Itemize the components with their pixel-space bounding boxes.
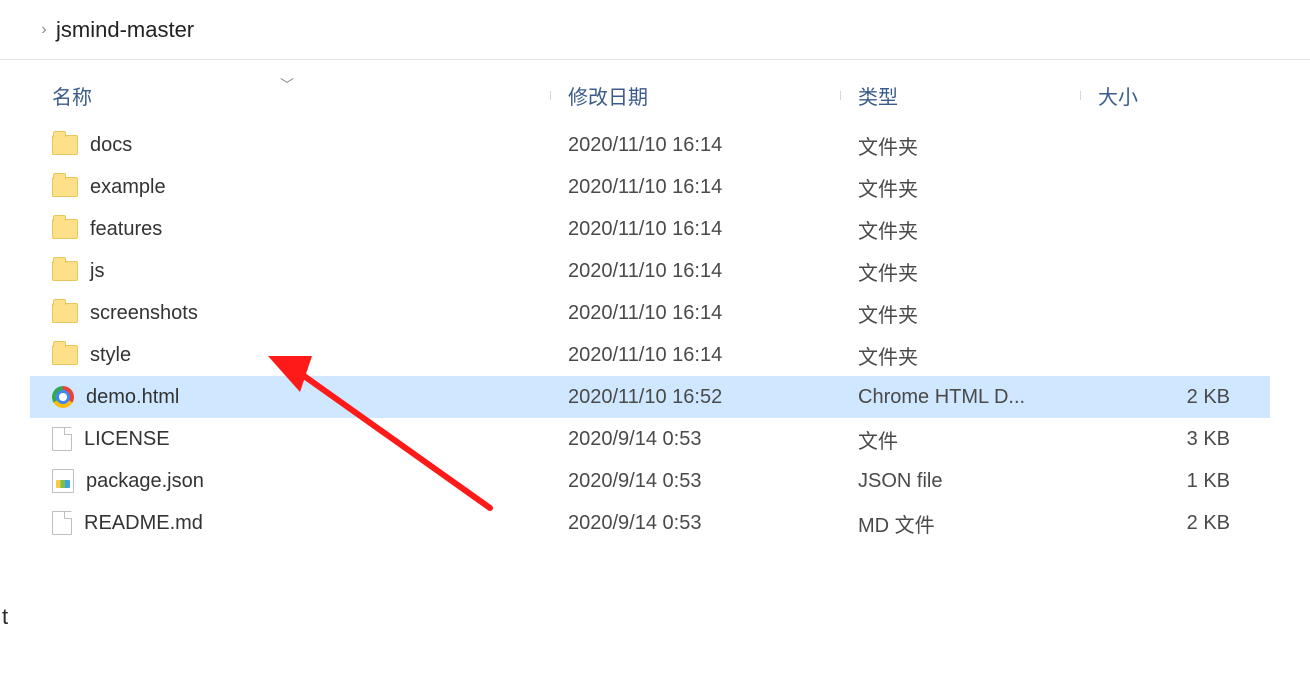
json-icon	[52, 469, 74, 493]
cell-size: 2 KB	[1080, 386, 1240, 409]
cell-type: 文件夹	[840, 257, 1080, 286]
file-name: README.md	[84, 512, 203, 535]
cell-type: MD 文件	[840, 509, 1080, 538]
file-name: docs	[90, 134, 132, 157]
folder-icon	[52, 261, 78, 281]
file-name: features	[90, 218, 162, 241]
file-row[interactable]: README.md 2020/9/14 0:53MD 文件2 KB	[30, 502, 1270, 544]
file-rows: docs2020/11/10 16:14文件夹example2020/11/10…	[30, 124, 1270, 544]
file-name: LICENSE	[84, 428, 170, 451]
file-listing: 名称 ﹀ 修改日期 类型 大小 docs2020/11/10 16:14文件夹e…	[30, 70, 1270, 544]
cell-date: 2020/11/10 16:14	[550, 218, 840, 241]
folder-icon	[52, 303, 78, 323]
cell-type: Chrome HTML D...	[840, 386, 1080, 409]
cell-size: 3 KB	[1080, 428, 1240, 451]
column-header-date-label: 修改日期	[568, 81, 648, 110]
file-row[interactable]: package.json 2020/9/14 0:53JSON file1 KB	[30, 460, 1270, 502]
file-row[interactable]: js 2020/11/10 16:14文件夹	[30, 250, 1270, 292]
cell-date: 2020/11/10 16:14	[550, 134, 840, 157]
file-name: style	[90, 344, 131, 367]
cell-date: 2020/9/14 0:53	[550, 470, 840, 493]
folder-icon	[52, 177, 78, 197]
column-header-size[interactable]: 大小	[1080, 81, 1240, 110]
cell-type: 文件夹	[840, 341, 1080, 370]
file-row[interactable]: style 2020/11/10 16:14文件夹	[30, 334, 1270, 376]
folder-icon	[52, 219, 78, 239]
sort-indicator-icon: ﹀	[280, 75, 294, 95]
cell-size: 2 KB	[1080, 512, 1240, 535]
file-name: demo.html	[86, 386, 179, 409]
cell-type: 文件夹	[840, 215, 1080, 244]
file-name: example	[90, 176, 166, 199]
cell-date: 2020/11/10 16:14	[550, 344, 840, 367]
cell-date: 2020/9/14 0:53	[550, 428, 840, 451]
file-row[interactable]: features 2020/11/10 16:14文件夹	[30, 208, 1270, 250]
column-header-row: 名称 ﹀ 修改日期 类型 大小	[30, 70, 1270, 120]
column-header-name[interactable]: 名称 ﹀	[30, 81, 550, 110]
cell-name: LICENSE	[30, 427, 550, 451]
cell-name: features	[30, 218, 550, 241]
cell-name: package.json	[30, 469, 550, 493]
cell-date: 2020/11/10 16:52	[550, 386, 840, 409]
column-header-size-label: 大小	[1098, 81, 1138, 110]
column-header-name-label: 名称	[52, 81, 92, 110]
file-row[interactable]: docs 2020/11/10 16:14文件夹	[30, 124, 1270, 166]
cell-date: 2020/11/10 16:14	[550, 260, 840, 283]
chrome-icon	[52, 386, 74, 408]
cell-name: js	[30, 260, 550, 283]
column-header-type[interactable]: 类型	[840, 81, 1080, 110]
cell-name: style	[30, 344, 550, 367]
file-icon	[52, 511, 72, 535]
breadcrumb[interactable]: › jsmind-master	[26, 8, 1302, 52]
file-row[interactable]: screenshots 2020/11/10 16:14文件夹	[30, 292, 1270, 334]
cell-name: example	[30, 176, 550, 199]
file-icon	[52, 427, 72, 451]
file-row[interactable]: example 2020/11/10 16:14文件夹	[30, 166, 1270, 208]
cell-type: JSON file	[840, 470, 1080, 493]
folder-icon	[52, 135, 78, 155]
cell-date: 2020/11/10 16:14	[550, 302, 840, 325]
cell-name: README.md	[30, 511, 550, 535]
file-row[interactable]: LICENSE 2020/9/14 0:53文件3 KB	[30, 418, 1270, 460]
address-bar: › jsmind-master	[0, 0, 1310, 60]
cell-size: 1 KB	[1080, 470, 1240, 493]
chevron-right-icon[interactable]: ›	[32, 21, 56, 39]
file-name: package.json	[86, 470, 204, 493]
file-name: screenshots	[90, 302, 198, 325]
cell-type: 文件夹	[840, 299, 1080, 328]
file-row[interactable]: demo.html 2020/11/10 16:52Chrome HTML D..…	[30, 376, 1270, 418]
cell-name: demo.html	[30, 386, 550, 409]
folder-icon	[52, 345, 78, 365]
cell-type: 文件夹	[840, 131, 1080, 160]
column-header-date[interactable]: 修改日期	[550, 81, 840, 110]
cell-name: docs	[30, 134, 550, 157]
stray-text: t	[2, 604, 8, 630]
cell-type: 文件夹	[840, 173, 1080, 202]
cell-name: screenshots	[30, 302, 550, 325]
cell-type: 文件	[840, 425, 1080, 454]
breadcrumb-folder[interactable]: jsmind-master	[56, 17, 194, 43]
cell-date: 2020/11/10 16:14	[550, 176, 840, 199]
column-header-type-label: 类型	[858, 81, 898, 110]
cell-date: 2020/9/14 0:53	[550, 512, 840, 535]
file-name: js	[90, 260, 104, 283]
